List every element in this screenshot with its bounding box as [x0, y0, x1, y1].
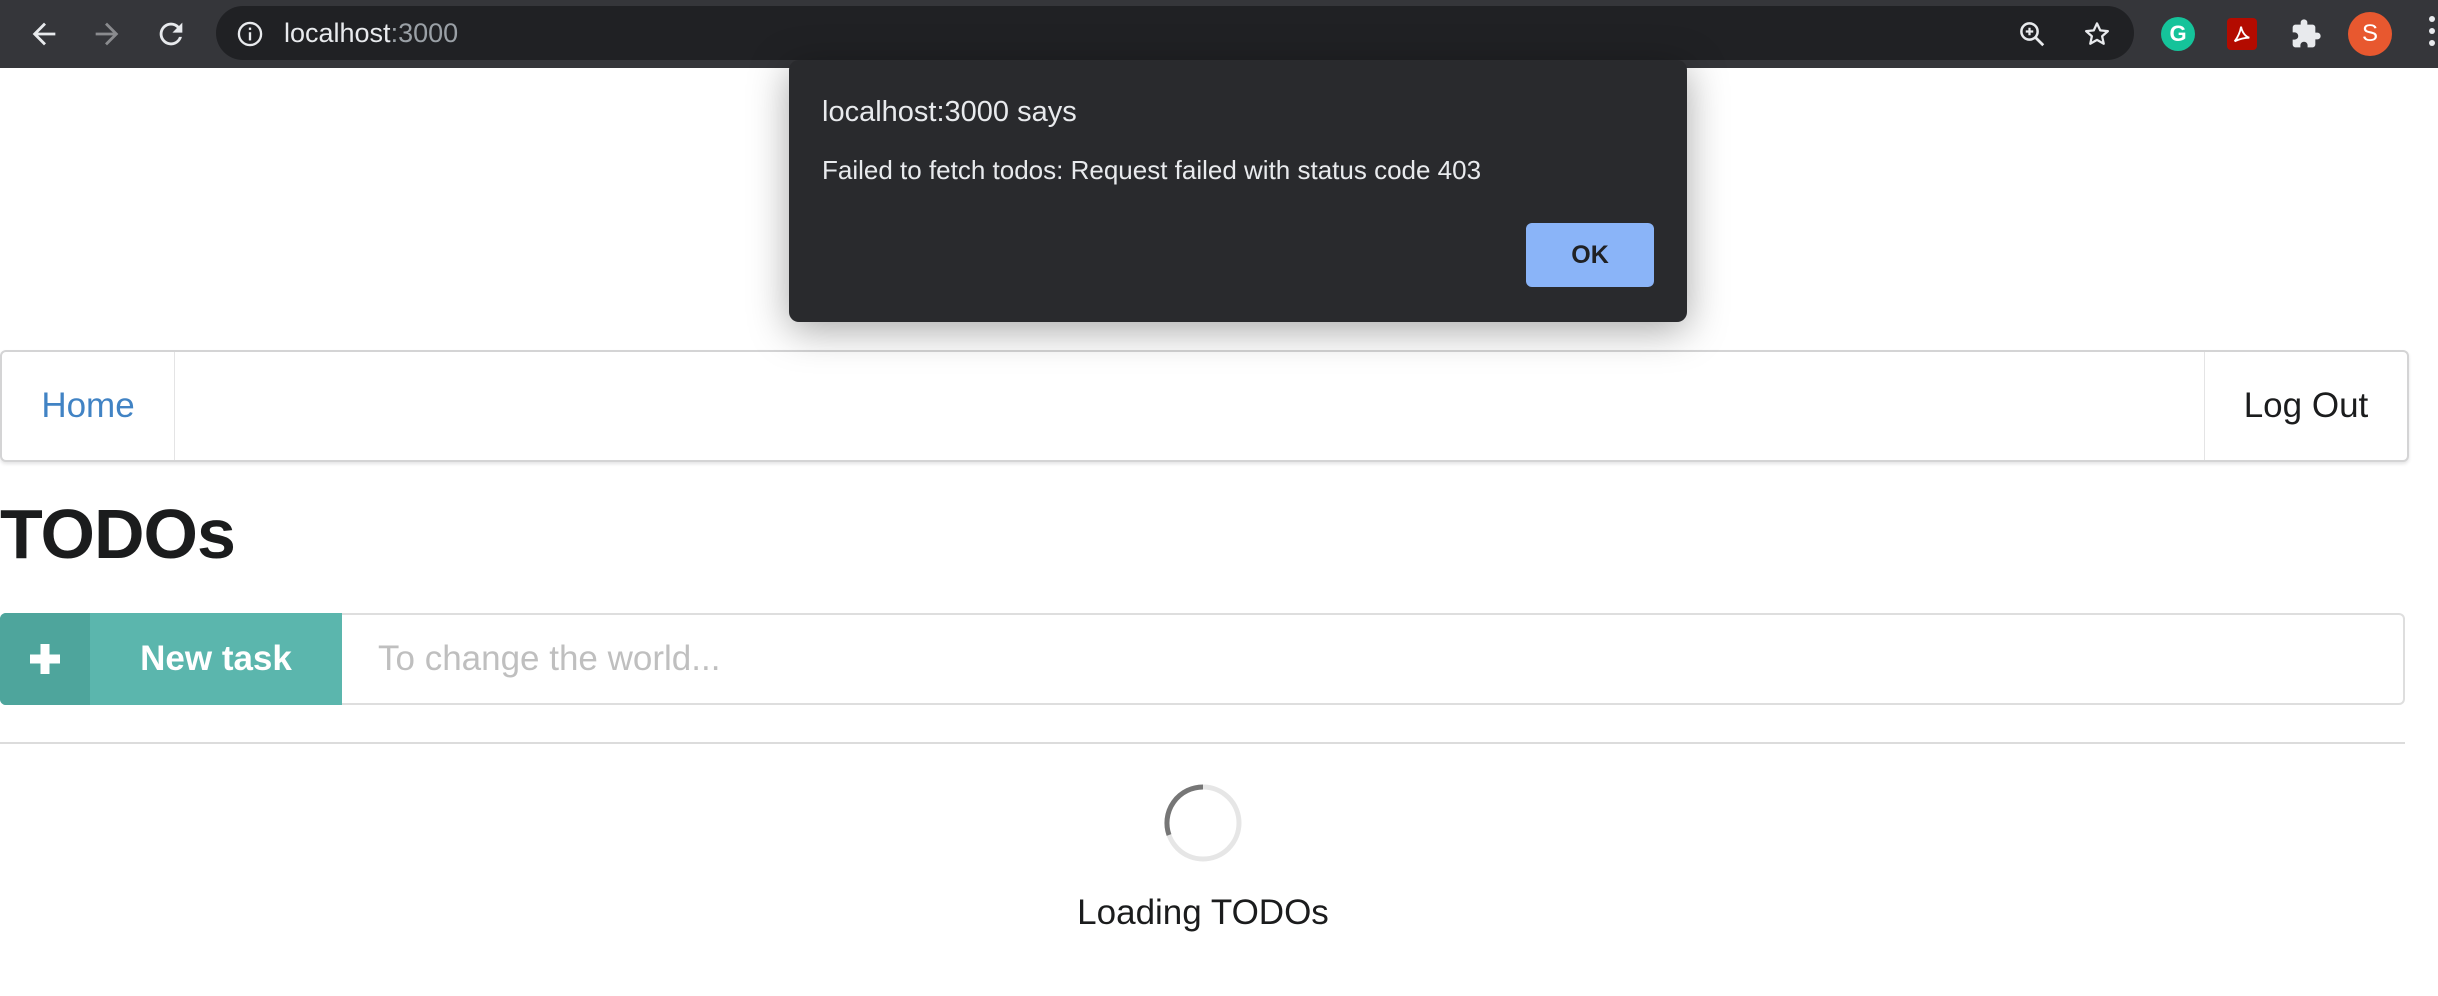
loading-spinner-icon — [1164, 784, 1242, 862]
page-title: TODOs — [0, 495, 236, 573]
new-task-button[interactable]: New task — [0, 613, 342, 705]
address-bar[interactable]: localhost:3000 — [216, 6, 2134, 60]
back-button[interactable] — [20, 10, 68, 58]
dialog-title: localhost:3000 says — [822, 96, 1077, 128]
new-task-label: New task — [140, 639, 292, 678]
info-icon[interactable] — [236, 20, 264, 48]
puzzle-icon — [2292, 19, 2321, 48]
browser-toolbar: localhost:3000 G S — [0, 0, 2438, 68]
alert-dialog: localhost:3000 says Failed to fetch todo… — [789, 60, 1687, 322]
top-menu: Home Log Out — [0, 350, 2409, 462]
home-link[interactable]: Home — [2, 352, 175, 460]
ok-button[interactable]: OK — [1526, 223, 1654, 287]
url-port: :3000 — [390, 18, 459, 48]
menu-icon[interactable] — [2426, 16, 2438, 52]
profile-initial: S — [2361, 20, 2378, 47]
star-icon[interactable] — [2082, 19, 2112, 49]
loading-text: Loading TODOs — [1077, 893, 1329, 932]
logout-link[interactable]: Log Out — [2204, 352, 2407, 460]
grammarly-letter: G — [2169, 21, 2187, 46]
profile-avatar[interactable]: S — [2348, 12, 2392, 56]
url-text: localhost:3000 — [284, 18, 458, 48]
divider — [0, 742, 2405, 744]
plus-icon-box — [0, 613, 90, 705]
plus-icon — [30, 644, 60, 674]
back-icon — [32, 22, 56, 46]
extensions-icon[interactable] — [2286, 14, 2326, 54]
reload-icon — [159, 22, 183, 46]
reload-button[interactable] — [147, 10, 195, 58]
forward-icon — [95, 22, 119, 46]
acrobat-glyph-icon — [2233, 26, 2250, 43]
zoom-icon[interactable] — [2017, 19, 2047, 49]
forward-button[interactable] — [83, 10, 131, 58]
dialog-message: Failed to fetch todos: Request failed wi… — [822, 155, 1482, 185]
acrobat-icon[interactable] — [2227, 18, 2257, 50]
url-host: localhost — [284, 18, 391, 48]
grammarly-icon[interactable]: G — [2161, 17, 2195, 51]
new-task-input[interactable] — [342, 613, 2405, 705]
